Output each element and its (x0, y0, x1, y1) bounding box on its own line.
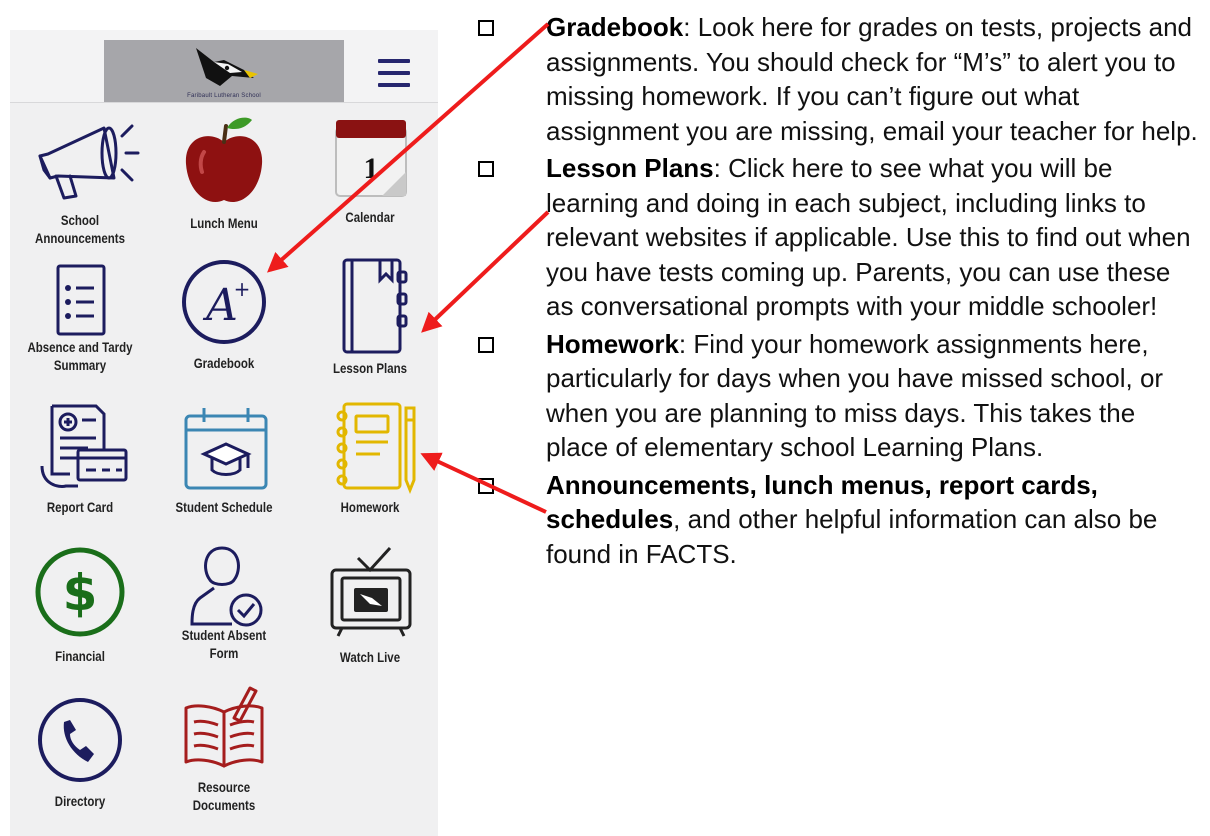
tile-label: Gradebook (193, 355, 255, 371)
tile-lesson-plans[interactable]: Lesson Plans (300, 258, 440, 393)
item-title: Homework (546, 328, 679, 359)
tile-label: Watch Live (339, 649, 401, 665)
tile-label: Lunch Menu (190, 215, 258, 231)
tile-label: Lesson Plans (332, 360, 408, 376)
svg-text:$: $ (63, 564, 98, 622)
tile-student-schedule[interactable]: Student Schedule (154, 402, 294, 537)
tile-label: Resource Documents (192, 779, 256, 813)
list-item: Announcements, lunch menus, report cards… (478, 468, 1198, 572)
logo-caption: Faribault Lutheran School (187, 93, 261, 99)
tile-calendar[interactable]: 1 Calendar (300, 108, 440, 243)
calendar-icon: 1 (335, 120, 407, 197)
school-logo: Faribault Lutheran School (104, 40, 344, 102)
television-icon (330, 546, 412, 637)
open-book-icon (184, 686, 264, 768)
hamburger-menu-icon[interactable] (374, 57, 414, 91)
tile-label: Absence and Tardy Summary (27, 339, 133, 373)
apple-icon (185, 117, 263, 203)
app-header: Faribault Lutheran School (10, 30, 438, 103)
item-title: Gradebook (546, 12, 684, 42)
tile-label: Student Schedule (175, 499, 273, 515)
tile-directory[interactable]: Directory (10, 692, 150, 827)
phone-icon (38, 698, 122, 782)
app-screen: Faribault Lutheran School School Announc… (10, 30, 438, 836)
checkbox-icon (478, 20, 494, 36)
report-card-icon (40, 404, 128, 488)
student-check-icon (190, 546, 263, 627)
tile-label: School Announcements (35, 212, 125, 246)
schedule-graduation-icon (184, 408, 268, 490)
tile-label: Report Card (46, 499, 114, 515)
item-title: Lesson Plans (546, 153, 714, 183)
tile-absence-tardy-summary[interactable]: Absence and Tardy Summary (10, 258, 150, 393)
list-item: Homework: Find your homework assignments… (478, 327, 1198, 465)
tile-watch-live[interactable]: Watch Live (300, 542, 440, 677)
checkbox-icon (478, 161, 494, 177)
list-item: Lesson Plans: Click here to see what you… (478, 151, 1198, 324)
megaphone-icon (38, 124, 140, 200)
tile-school-announcements[interactable]: School Announcements (10, 108, 150, 246)
instructions-panel: Gradebook: Look here for grades on tests… (478, 10, 1198, 574)
tile-gradebook[interactable]: A + Gradebook (154, 258, 294, 393)
tile-resource-documents[interactable]: Resource Documents (154, 682, 294, 817)
tile-homework[interactable]: Homework (300, 402, 440, 537)
svg-text:A: A (202, 280, 238, 331)
tile-label: Directory (54, 793, 106, 809)
notebook-icon (342, 258, 408, 354)
tile-report-card[interactable]: Report Card (10, 402, 150, 537)
tile-label: Calendar (345, 209, 395, 225)
tile-financial[interactable]: $ Financial (10, 547, 150, 683)
homework-notebook-icon (336, 402, 416, 495)
dollar-icon: $ (35, 547, 125, 637)
tile-student-absent-form[interactable]: Student Absent Form (154, 540, 294, 675)
grade-a-plus-icon: A + (182, 260, 266, 344)
checkbox-icon (478, 336, 494, 353)
tile-label: Financial (55, 648, 105, 664)
tile-lunch-menu[interactable]: Lunch Menu (154, 108, 294, 243)
checkbox-icon (478, 477, 494, 494)
list-item: Gradebook: Look here for grades on tests… (478, 10, 1198, 148)
calendar-day-number: 1 (364, 152, 379, 185)
tile-label: Student Absent Form (181, 627, 267, 661)
svg-text:+: + (234, 277, 251, 301)
tile-label: Homework (340, 499, 400, 515)
